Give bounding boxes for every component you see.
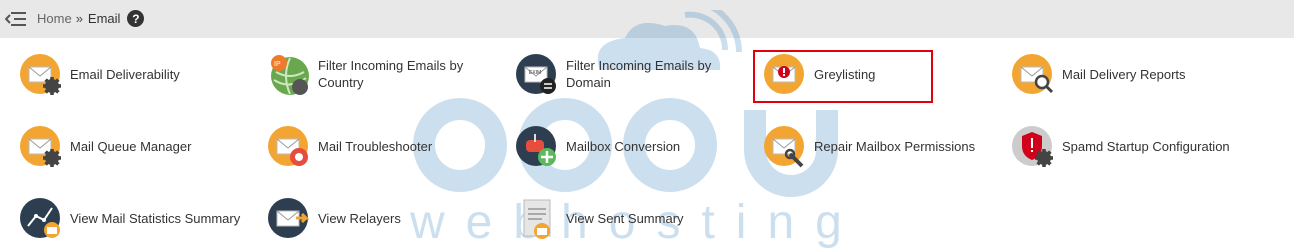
breadcrumb-current: Email bbox=[87, 11, 121, 26]
envelope-wrench-icon bbox=[764, 126, 804, 168]
stats-chart-icon bbox=[20, 198, 60, 238]
email-tool-label: Mail Troubleshooter bbox=[318, 138, 433, 154]
globe-ip-icon: IP bbox=[271, 55, 309, 95]
envelope-gear-icon bbox=[20, 126, 61, 167]
email-tool-label: Spamd Startup Configuration bbox=[1062, 138, 1230, 154]
email-tool-view-sent-summary[interactable]: View Sent Summary bbox=[516, 193, 756, 243]
breadcrumb-home-link[interactable]: Home bbox=[37, 11, 72, 26]
email-tool-mailbox-conversion[interactable]: Mailbox Conversion bbox=[516, 121, 756, 171]
breadcrumb: Home » Email ? bbox=[37, 10, 145, 27]
email-tool-view-relayers[interactable]: View Relayers bbox=[268, 193, 508, 243]
email-tool-label: Mail Queue Manager bbox=[70, 138, 192, 154]
email-tool-spamd-startup-configuration[interactable]: Spamd Startup Configuration bbox=[1012, 121, 1252, 171]
email-tool-filter-incoming-emails-by-domain[interactable]: EXIM Filter Incoming Emails by Domain bbox=[516, 49, 756, 99]
email-tool-label: View Mail Statistics Summary bbox=[70, 210, 241, 226]
envelope-search-icon bbox=[1012, 54, 1054, 94]
email-tool-mail-delivery-reports[interactable]: Mail Delivery Reports bbox=[1012, 49, 1252, 99]
email-tool-email-deliverability[interactable]: Email Deliverability bbox=[20, 49, 260, 99]
help-icon[interactable]: ? bbox=[127, 10, 145, 27]
email-tool-repair-mailbox-permissions[interactable]: Repair Mailbox Permissions bbox=[764, 121, 1004, 171]
email-tool-mail-queue-manager[interactable]: Mail Queue Manager bbox=[20, 121, 260, 171]
email-tool-label: View Relayers bbox=[318, 210, 401, 226]
email-tool-label: Repair Mailbox Permissions bbox=[814, 138, 976, 154]
collapse-menu-icon[interactable] bbox=[5, 9, 27, 29]
envelope-alert-icon bbox=[764, 54, 804, 94]
shield-gear-icon bbox=[1012, 126, 1053, 167]
top-bar: Home » Email ? bbox=[0, 0, 1294, 38]
exim-exchange-icon: EXIM bbox=[516, 54, 556, 94]
mailbox-plus-icon bbox=[516, 126, 556, 166]
email-tool-label: Mail Delivery Reports bbox=[1062, 66, 1186, 82]
document-envelope-icon bbox=[523, 199, 551, 239]
email-tool-label: View Sent Summary bbox=[566, 210, 684, 226]
breadcrumb-separator: » bbox=[75, 11, 83, 26]
envelope-lifebuoy-icon bbox=[268, 126, 308, 166]
email-tool-label: Greylisting bbox=[814, 66, 876, 82]
email-tool-view-mail-statistics-summary[interactable]: View Mail Statistics Summary bbox=[20, 193, 260, 243]
email-tool-mail-troubleshooter[interactable]: Mail Troubleshooter bbox=[268, 121, 508, 171]
email-tool-label: Filter Incoming Emails by Domain bbox=[566, 58, 712, 90]
email-tool-label: Email Deliverability bbox=[70, 66, 180, 82]
email-tools-grid: Email Deliverability IP Filter Incoming Em… bbox=[0, 38, 1294, 250]
envelope-gear-icon bbox=[20, 54, 61, 95]
email-tool-filter-incoming-emails-by-country[interactable]: IP Filter Incoming Emails by Country bbox=[268, 49, 508, 99]
email-tool-greylisting[interactable]: Greylisting bbox=[764, 49, 1004, 99]
envelope-relay-icon bbox=[268, 198, 310, 238]
email-tool-label: Mailbox Conversion bbox=[566, 138, 681, 154]
svg-text:IP: IP bbox=[274, 61, 281, 68]
email-tool-label: Filter Incoming Emails by Country bbox=[318, 58, 464, 90]
svg-text:EXIM: EXIM bbox=[529, 70, 541, 76]
